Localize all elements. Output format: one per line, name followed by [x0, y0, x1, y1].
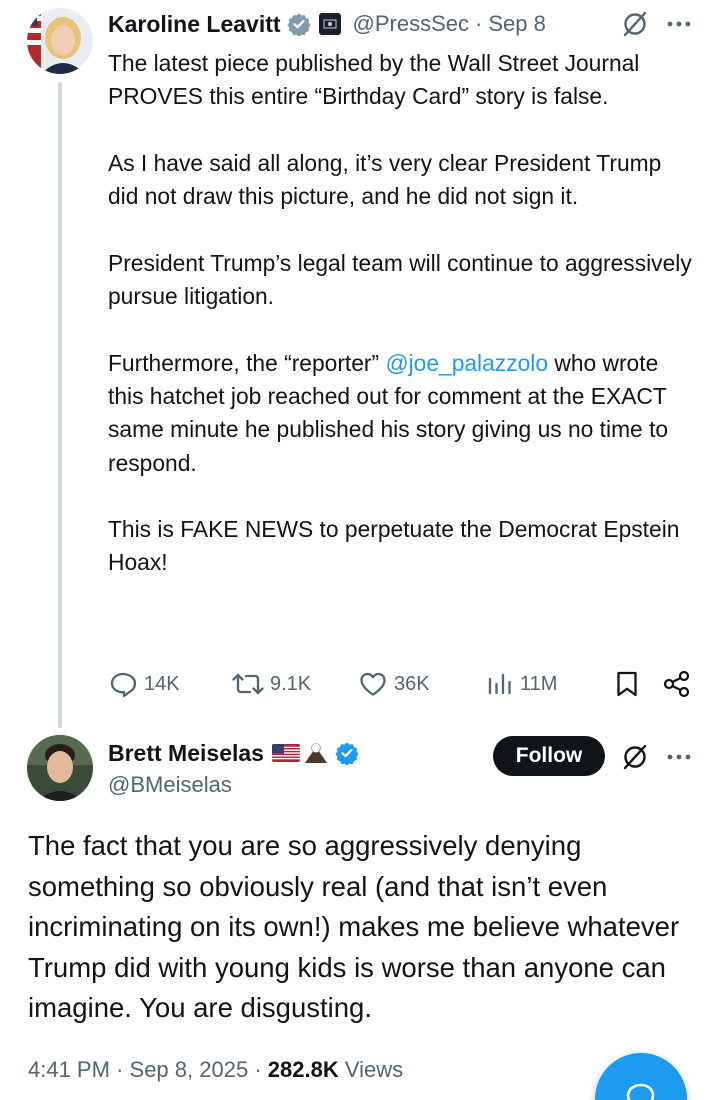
repost-button[interactable]: 9.1K: [232, 666, 311, 702]
reply-handle[interactable]: @BMeiselas: [108, 772, 232, 798]
views-icon: [486, 669, 514, 699]
more-icon[interactable]: [665, 743, 693, 771]
separator-dot: ·: [116, 1057, 124, 1082]
tweet-meta: 4:41 PM · Sep 8, 2025 · 282.8K Views: [28, 1057, 403, 1083]
reply-button[interactable]: 14K: [108, 666, 180, 702]
parent-date[interactable]: Sep 8: [488, 11, 546, 37]
like-icon: [358, 669, 388, 699]
parent-avatar[interactable]: [27, 8, 93, 74]
bookmark-button[interactable]: [613, 666, 641, 702]
tweet-actions: 14K 9.1K 36K 11M: [108, 666, 698, 702]
parent-tweet-text: The latest piece published by the Wall S…: [108, 47, 698, 580]
like-button[interactable]: 36K: [358, 666, 430, 702]
follow-button[interactable]: Follow: [493, 736, 605, 776]
repost-icon: [232, 669, 264, 699]
reply-author-name[interactable]: Brett Meiselas: [108, 740, 264, 767]
tweet-date[interactable]: Sep 8, 2025: [130, 1057, 249, 1082]
views-count: 11M: [520, 672, 558, 695]
affiliate-badge-icon[interactable]: [318, 13, 341, 35]
separator-dot: ·: [475, 11, 483, 36]
thread-line: [58, 82, 62, 728]
verified-badge-icon: [335, 741, 359, 765]
like-count: 36K: [394, 672, 430, 695]
tweet-paragraph: President Trump’s legal team will contin…: [108, 249, 692, 310]
paragraph-text: Furthermore, the “reporter”: [108, 349, 386, 376]
parent-header: Karoline Leavitt @PressSec · Sep 8: [108, 8, 546, 40]
views-button[interactable]: 11M: [486, 666, 557, 702]
reply-header: Brett Meiselas: [108, 738, 359, 768]
share-icon: [662, 669, 692, 699]
reply-tweet-text: The fact that you are so aggressively de…: [28, 830, 680, 1023]
tweet-paragraph: This is FAKE NEWS to perpetuate the Demo…: [108, 516, 680, 576]
parent-handle[interactable]: @PressSec: [353, 11, 469, 37]
more-icon[interactable]: [665, 10, 693, 38]
grok-icon[interactable]: [620, 9, 650, 39]
reply-count: 14K: [144, 672, 180, 695]
grok-icon[interactable]: [620, 742, 650, 772]
repost-count: 9.1K: [270, 672, 312, 695]
mention-link[interactable]: @joe_palazzolo: [385, 350, 548, 376]
separator-dot: ·: [254, 1057, 262, 1082]
tweet-views-count: 282.8K: [267, 1057, 339, 1082]
us-flag-icon: [271, 744, 300, 762]
tweet-paragraph: As I have said all along, it’s very clea…: [108, 149, 662, 210]
tweet-paragraph: The latest piece published by the Wall S…: [108, 50, 640, 110]
share-button[interactable]: [662, 666, 692, 702]
reply-icon: [108, 669, 138, 699]
tweet-paragraph: Furthermore, the “reporter” @joe_palazzo…: [108, 347, 698, 480]
compose-button[interactable]: [595, 1053, 687, 1100]
verified-badge-icon: [286, 12, 311, 36]
parent-author-name[interactable]: Karoline Leavitt: [108, 11, 281, 38]
bookmark-icon: [613, 669, 641, 699]
reply-avatar[interactable]: [27, 735, 93, 801]
eagle-icon: [303, 741, 329, 765]
tweet-views-label: Views: [344, 1057, 404, 1082]
tweet-time[interactable]: 4:41 PM: [28, 1057, 110, 1082]
